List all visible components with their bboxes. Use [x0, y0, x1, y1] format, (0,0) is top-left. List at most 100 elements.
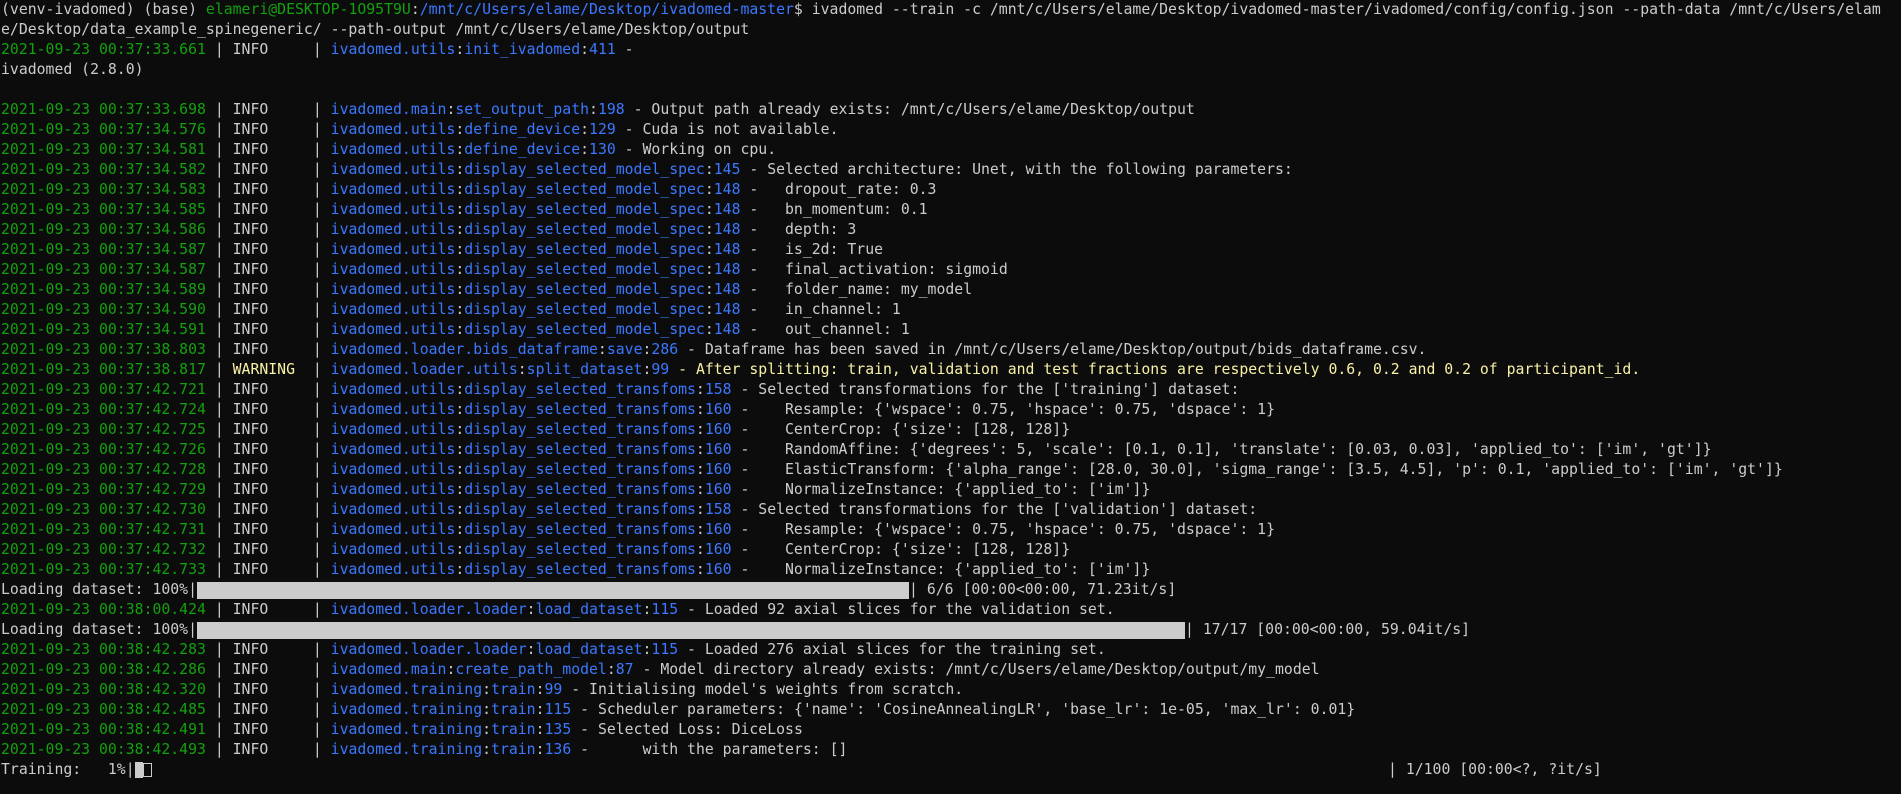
log-line: 2021-09-23 00:38:42.493 | INFO | ivadome… — [1, 740, 847, 760]
log-message: - RandomAffine: {'degrees': 5, 'scale': … — [731, 441, 1712, 458]
log-module: ivadomed.utils — [330, 321, 456, 338]
log-separator: | — [303, 101, 331, 118]
log-timestamp: 2021-09-23 00:37:42.726 — [1, 441, 206, 458]
log-message: - Resample: {'wspace': 0.75, 'hspace': 0… — [731, 401, 1275, 418]
log-line: 2021-09-23 00:37:34.581 | INFO | ivadome… — [1, 140, 776, 160]
log-separator: | — [205, 121, 233, 138]
log-lineno: 160 — [704, 421, 732, 438]
log-function: display_selected_transfoms — [464, 421, 696, 438]
log-separator: | — [303, 341, 331, 358]
log-level: INFO — [232, 341, 304, 358]
prompt-dollar: $ — [793, 1, 812, 18]
log-lineno: 160 — [704, 401, 732, 418]
log-message: - out_channel: 1 — [740, 321, 910, 338]
log-separator: | — [303, 521, 331, 538]
log-function: display_selected_model_spec — [464, 301, 705, 318]
log-line: 2021-09-23 00:37:42.732 | INFO | ivadome… — [1, 540, 1070, 560]
log-timestamp: 2021-09-23 00:37:34.581 — [1, 141, 206, 158]
version-text: ivadomed (2.8.0) — [1, 61, 144, 78]
log-lineno: 160 — [704, 441, 732, 458]
command-prompt-line: (venv-ivadomed) (base) elameri@DESKTOP-1… — [1, 0, 1881, 20]
prompt-separator: : — [410, 1, 420, 18]
log-lineno: 148 — [713, 201, 741, 218]
log-lineno: 160 — [704, 561, 732, 578]
log-module: ivadomed.loader.bids_dataframe — [330, 341, 598, 358]
log-timestamp: 2021-09-23 00:37:42.729 — [1, 481, 206, 498]
log-lineno: 160 — [704, 461, 732, 478]
log-separator: | — [205, 221, 233, 238]
log-colon: : — [455, 221, 465, 238]
log-lineno: 158 — [704, 381, 732, 398]
log-colon: : — [580, 41, 590, 58]
training-progress-fill — [134, 762, 143, 778]
log-module: ivadomed.utils — [330, 281, 456, 298]
log-colon: : — [695, 481, 705, 498]
log-function: train — [491, 681, 536, 698]
log-message: - After splitting: train, validation and… — [669, 361, 1641, 378]
terminal-window[interactable]: (venv-ivadomed) (base) elameri@DESKTOP-1… — [0, 0, 1901, 794]
log-separator: | — [205, 161, 233, 178]
log-separator: | — [205, 661, 233, 678]
log-colon: : — [455, 441, 465, 458]
log-module: ivadomed.utils — [330, 41, 456, 58]
log-level: INFO — [232, 441, 304, 458]
log-lineno: 158 — [704, 501, 732, 518]
progress-label: Loading dataset: 100%| — [1, 581, 197, 598]
log-module: ivadomed.utils — [330, 501, 456, 518]
log-separator: | — [303, 601, 331, 618]
log-lineno: 87 — [615, 661, 634, 678]
log-separator: | — [205, 341, 233, 358]
log-line: 2021-09-23 00:37:33.661 | INFO | ivadome… — [1, 40, 634, 60]
log-line: 2021-09-23 00:38:00.424 | INFO | ivadome… — [1, 600, 1115, 620]
log-timestamp: 2021-09-23 00:37:34.583 — [1, 181, 206, 198]
log-level: WARNING — [232, 361, 304, 378]
log-level: INFO — [232, 701, 304, 718]
progress-loading-training: Loading dataset: 100%| | 17/17 [00:00<00:… — [1, 620, 1470, 640]
log-separator: | — [303, 461, 331, 478]
log-lineno: 130 — [589, 141, 616, 158]
log-separator: | — [303, 161, 331, 178]
log-message: - ElasticTransform: {'alpha_range': [28.… — [731, 461, 1783, 478]
log-module: ivadomed.utils — [330, 521, 456, 538]
log-colon: : — [704, 261, 714, 278]
log-module: ivadomed.training — [330, 701, 483, 718]
log-colon: : — [535, 741, 545, 758]
log-level: INFO — [232, 601, 304, 618]
log-function: display_selected_model_spec — [464, 261, 705, 278]
log-separator: | — [205, 701, 233, 718]
log-module: ivadomed.training — [330, 721, 483, 738]
log-function: display_selected_model_spec — [464, 241, 705, 258]
log-separator: | — [205, 241, 233, 258]
log-message: - bn_momentum: 0.1 — [740, 201, 928, 218]
log-timestamp: 2021-09-23 00:37:34.591 — [1, 321, 206, 338]
log-module: ivadomed.utils — [330, 181, 456, 198]
log-module: ivadomed.utils — [330, 261, 456, 278]
log-module: ivadomed.utils — [330, 141, 456, 158]
log-message: - Cuda is not available. — [615, 121, 839, 138]
log-lineno: 99 — [651, 361, 670, 378]
log-module: ivadomed.utils — [330, 421, 456, 438]
log-level: INFO — [232, 501, 304, 518]
log-separator: | — [205, 441, 233, 458]
log-timestamp: 2021-09-23 00:37:42.733 — [1, 561, 206, 578]
log-separator: | — [303, 401, 331, 418]
log-function: set_output_path — [455, 101, 590, 118]
log-separator: | — [303, 281, 331, 298]
log-line: 2021-09-23 00:37:38.817 | WARNING | ivad… — [1, 360, 1640, 380]
progress-label: Loading dataset: 100%| — [1, 621, 197, 638]
log-colon: : — [704, 161, 714, 178]
log-message: - NormalizeInstance: {'applied_to': ['im… — [731, 481, 1151, 498]
log-timestamp: 2021-09-23 00:37:42.731 — [1, 521, 206, 538]
log-lineno: 148 — [713, 261, 741, 278]
log-separator: | — [303, 121, 331, 138]
log-lineno: 148 — [713, 241, 741, 258]
log-separator: | — [303, 641, 331, 658]
log-colon: : — [455, 501, 465, 518]
log-lineno: 99 — [544, 681, 563, 698]
log-message: - in_channel: 1 — [740, 301, 901, 318]
log-separator: | — [205, 481, 233, 498]
log-line: 2021-09-23 00:37:34.585 | INFO | ivadome… — [1, 200, 928, 220]
log-separator: | — [303, 241, 331, 258]
log-module: ivadomed.main — [330, 661, 447, 678]
log-timestamp: 2021-09-23 00:37:34.586 — [1, 221, 206, 238]
